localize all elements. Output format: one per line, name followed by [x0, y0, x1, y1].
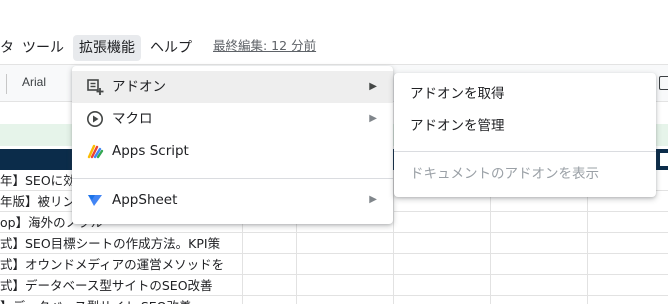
submenu-arrow-icon: ▶ [369, 113, 377, 124]
table-row[interactable]: 式】データベース型サイトのSEO改善 [0, 275, 668, 296]
menu-item-label: AppSheet [112, 192, 178, 208]
menu-item-document-addons: ドキュメントのアドオンを表示 [410, 166, 599, 182]
menu-item-macros[interactable]: マクロ ▶ [72, 103, 393, 135]
menu-item-apps-script[interactable]: Apps Script [72, 135, 393, 167]
menu-tools[interactable]: ツール [16, 35, 70, 61]
menu-divider [72, 178, 393, 179]
menu-item-label: マクロ [112, 111, 153, 127]
last-edit-link[interactable]: 最終編集: 12 分前 [213, 36, 316, 56]
menu-item-addons[interactable]: アドオン ▶ [72, 71, 393, 103]
menu-item-manage-addons[interactable]: アドオンを管理 [410, 117, 505, 135]
toolbar-divider [6, 74, 7, 94]
menu-extensions[interactable]: 拡張機能 [73, 35, 141, 61]
menu-item-appsheet[interactable]: AppSheet ▶ [72, 184, 393, 216]
grid-cell[interactable]: 式】SEO目標シートの作成方法。KPI策 [0, 233, 242, 254]
menu-help[interactable]: ヘルプ [144, 35, 198, 61]
addon-icon [86, 78, 104, 96]
header-cell-marker [660, 153, 668, 166]
macro-icon [86, 110, 104, 128]
grid-cell[interactable]: 式】データベース型サイトのSEO改善 [0, 275, 242, 296]
table-row[interactable]: 式】SEO目標シートの作成方法。KPI策 [0, 233, 668, 254]
menu-divider [394, 151, 656, 152]
apps-script-icon [86, 142, 104, 160]
appsheet-icon [86, 191, 104, 209]
table-row[interactable]: 】データベース型サイト SEO改善 [0, 296, 668, 304]
toolbar-button-icon[interactable] [659, 76, 668, 90]
menu-item-label: アドオン [112, 79, 166, 95]
submenu-arrow-icon: ▶ [369, 194, 377, 205]
extensions-menu: アドオン ▶ マクロ ▶ Apps Script AppSheet ▶ [72, 66, 393, 224]
addons-submenu: アドオンを取得 アドオンを管理 ドキュメントのアドオンを表示 [394, 73, 656, 197]
grid-cell[interactable]: 】データベース型サイト SEO改善 [0, 296, 242, 304]
font-family-select[interactable]: Arial [22, 75, 46, 89]
submenu-arrow-icon: ▶ [369, 81, 377, 92]
menu-item-label: Apps Script [112, 143, 189, 159]
menu-bar: タ ツール 拡張機能 ヘルプ [0, 30, 668, 64]
grid-cell[interactable]: 式】オウンドメディアの運営メソッドを [0, 254, 242, 275]
menu-item-get-addons[interactable]: アドオンを取得 [410, 85, 505, 103]
table-row[interactable]: 式】オウンドメディアの運営メソッドを [0, 254, 668, 275]
